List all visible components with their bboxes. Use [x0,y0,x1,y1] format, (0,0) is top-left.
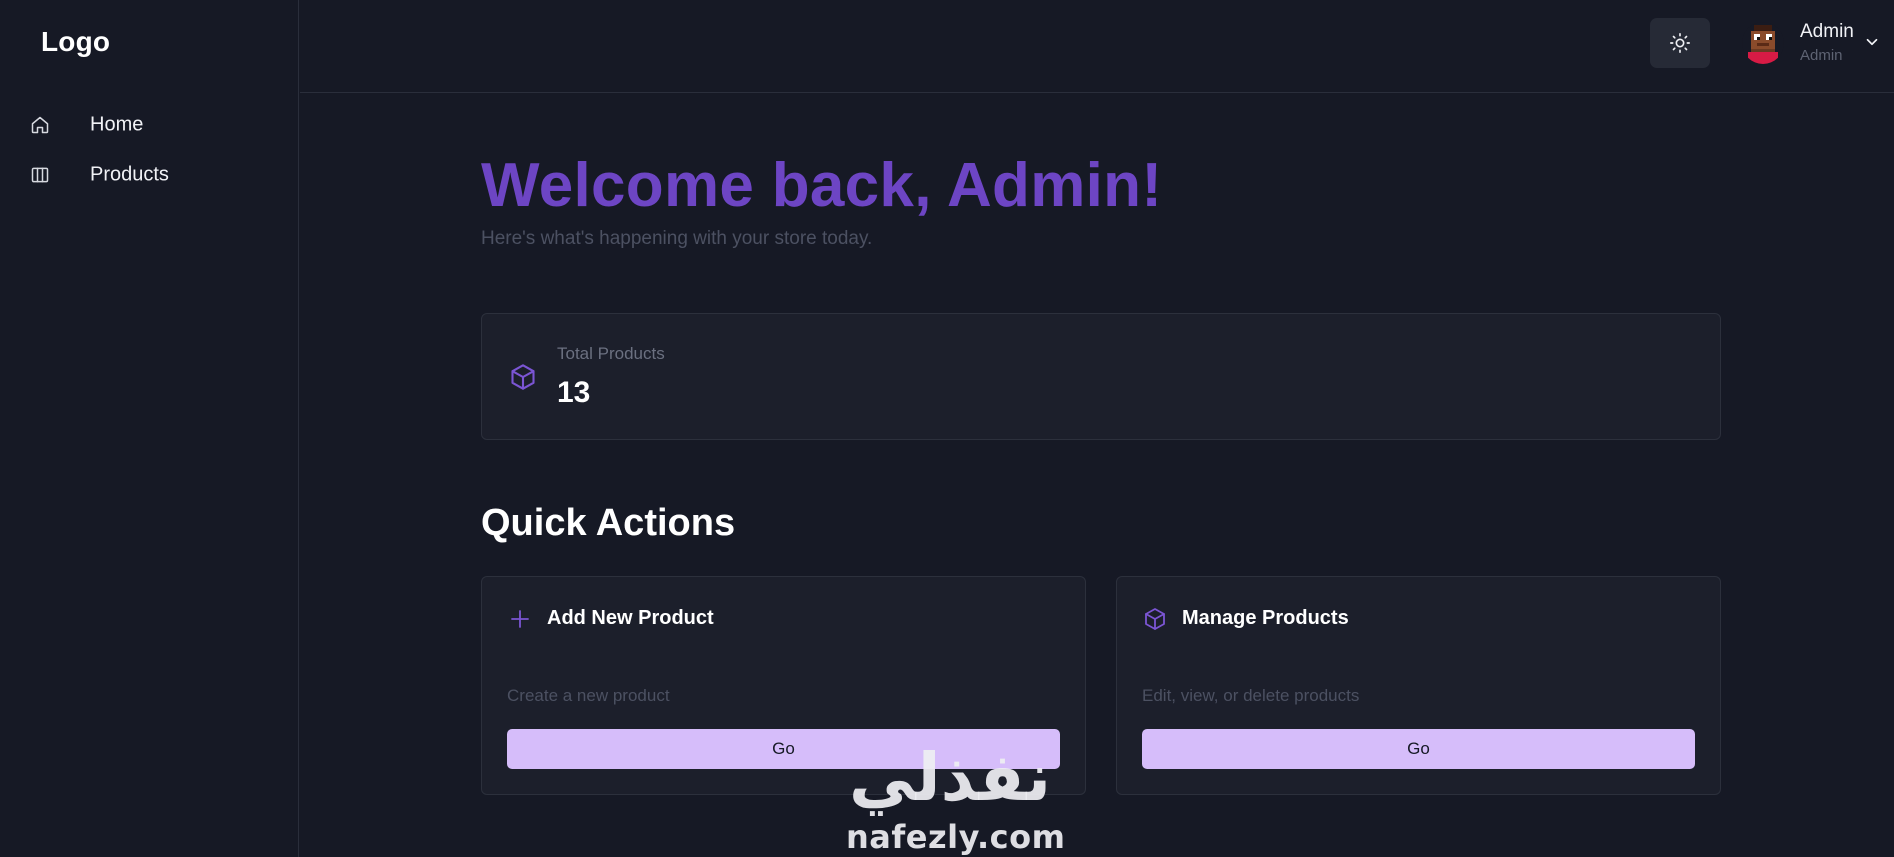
chevron-down-icon[interactable] [1863,33,1881,51]
theme-toggle-button[interactable] [1650,18,1710,68]
avatar[interactable] [1742,22,1784,64]
add-product-go-button[interactable]: Go [507,729,1060,769]
columns-icon [31,167,49,183]
page-subtitle: Here's what's happening with your store … [481,228,873,249]
sidebar-item-label: Home [90,113,144,136]
action-title: Manage Products [1182,607,1349,629]
stat-card-total-products: Total Products 13 [481,313,1721,440]
action-title: Add New Product [547,607,714,629]
action-description: Create a new product [507,686,670,705]
stat-value: 13 [557,376,591,409]
box-icon [511,364,535,390]
stat-label: Total Products [557,344,665,363]
pixel-avatar [1742,22,1784,64]
sun-icon [1670,33,1690,53]
quick-actions-title: Quick Actions [481,502,736,544]
sidebar-item-label: Products [90,163,169,186]
home-icon [31,116,49,134]
action-card-manage-products: Manage Products Edit, view, or delete pr… [1116,576,1721,795]
app-root: Logo Home Products Admin Admin Welcome b… [0,0,1894,857]
sidebar-item-home[interactable]: Home [0,100,299,150]
user-name[interactable]: Admin [1800,21,1854,43]
plus-icon [511,610,529,628]
sidebar-item-products[interactable]: Products [0,150,299,200]
user-role: Admin [1800,47,1843,64]
action-description: Edit, view, or delete products [1142,686,1360,705]
manage-products-go-button[interactable]: Go [1142,729,1695,769]
top-header: Admin Admin [300,0,1894,93]
sidebar: Logo Home Products [0,0,299,857]
page-title: Welcome back, Admin! [481,151,1163,220]
sidebar-nav: Home Products [0,100,299,200]
watermark-latin: nafezly.com [846,818,1066,856]
action-card-add-product: Add New Product Create a new product Go [481,576,1086,795]
logo[interactable]: Logo [41,26,110,58]
box-icon [1145,608,1165,630]
